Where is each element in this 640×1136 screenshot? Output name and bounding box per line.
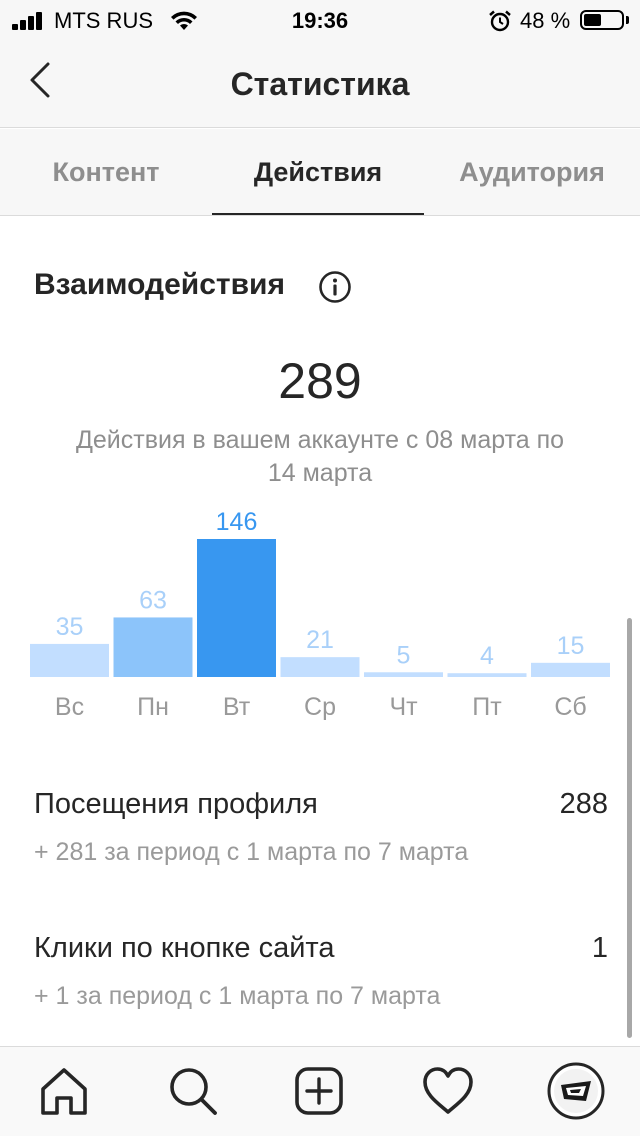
tab-content[interactable]: Контент: [0, 129, 212, 216]
chart-value-label: 146: [216, 508, 258, 536]
alarm-icon: [488, 9, 512, 38]
metric-value: 288: [559, 788, 608, 820]
chart-bar: [280, 657, 360, 677]
chart-value-label: 5: [397, 641, 411, 669]
active-tab-indicator: [212, 213, 424, 215]
chart-bar: [447, 673, 527, 677]
scrollbar[interactable]: [627, 618, 632, 1038]
battery-percentage: 48 %: [520, 8, 571, 33]
info-icon[interactable]: [318, 270, 352, 304]
chart-value-label: 63: [139, 586, 167, 614]
nav-new-post-button[interactable]: [289, 1061, 349, 1121]
tab-audience[interactable]: Аудитория: [424, 129, 640, 216]
chart-value-label: 35: [56, 613, 84, 641]
nav-activity-button[interactable]: [418, 1061, 478, 1121]
page-title: Статистика: [230, 66, 410, 102]
chart-day-label: Сб: [554, 693, 586, 721]
nav-profile-button[interactable]: [546, 1061, 606, 1121]
home-icon: [41, 1068, 87, 1115]
chart-value-label: 15: [557, 632, 585, 660]
tab-bar: Контент Действия Аудитория: [0, 129, 640, 216]
chart-bar: [364, 672, 443, 677]
chart-bar: [113, 617, 193, 677]
header: Статистика: [0, 40, 640, 128]
chart-day-label: Вс: [55, 693, 84, 721]
subtitle-line-1: Действия в вашем аккаунте с 08 марта по: [75, 426, 565, 454]
metric-comparison: + 1 за период с 1 марта по 7 марта: [34, 982, 441, 1010]
chart-value-label: 21: [306, 626, 334, 654]
chart-day-label: Пн: [137, 693, 169, 721]
subtitle-line-2: 14 марта: [267, 459, 373, 487]
interactions-subtitle: Действия в вашем аккаунте с 08 марта по …: [20, 424, 620, 490]
interactions-bar-chart: 35 Вс 63 Пн 146 Вт 21 Ср 5 Чт 4 Пт 15 Сб: [30, 508, 610, 721]
metric-label: Посещения профиля: [34, 788, 318, 820]
metric-label: Клики по кнопке сайта: [34, 932, 335, 964]
battery-tip: [626, 16, 629, 24]
status-bar: MTS RUS 19:36 48 %: [0, 0, 640, 40]
chart-bar: [531, 662, 610, 677]
profile-avatar: [547, 1062, 605, 1120]
nav-search-button[interactable]: [162, 1061, 222, 1121]
metric-value: 1: [591, 932, 608, 964]
chart-value-label: 4: [480, 642, 494, 670]
metric-profile-visits: Посещения профиля 288 + 281 за период с …: [34, 788, 608, 878]
nav-home-button[interactable]: [34, 1061, 94, 1121]
new-post-icon: [295, 1067, 343, 1115]
activity-heart-icon: [423, 1067, 473, 1114]
metric-comparison: + 281 за период с 1 марта по 7 марта: [34, 838, 469, 866]
chart-bar: [197, 539, 276, 677]
section-title: Взаимодействия: [34, 268, 285, 301]
chart-day-label: Вт: [223, 693, 251, 721]
interactions-total: 289: [278, 353, 362, 409]
metric-website-clicks: Клики по кнопке сайта 1 + 1 за период с …: [34, 932, 608, 1022]
chart-bar: [30, 643, 109, 677]
chart-day-label: Ср: [304, 693, 336, 721]
chart-day-label: Чт: [389, 693, 418, 721]
tab-actions[interactable]: Действия: [212, 129, 424, 216]
battery-level: [584, 14, 601, 26]
search-icon: [170, 1068, 217, 1115]
battery-icon: [580, 10, 624, 30]
bottom-nav: [0, 1046, 640, 1136]
chart-day-label: Пт: [472, 693, 502, 721]
